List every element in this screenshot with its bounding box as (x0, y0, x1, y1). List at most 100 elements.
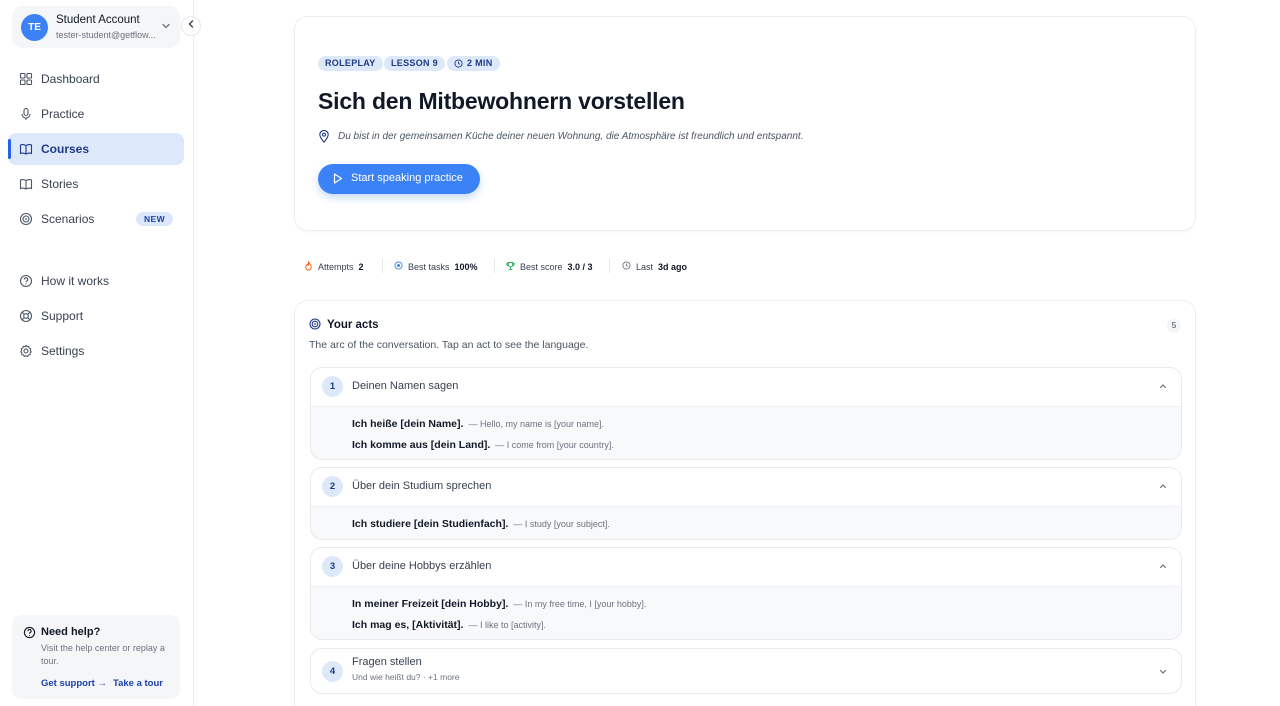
chevron-up-icon (1159, 564, 1167, 569)
act-header[interactable]: 1 Deinen Namen sagen (311, 368, 1181, 406)
gear-icon (20, 344, 32, 357)
act-body: Ich heiße [dein Name]. — Hello, my name i… (311, 406, 1181, 459)
act-item-2: 2 Über dein Studium sprechen Ich studier… (310, 467, 1182, 540)
open-book-icon (19, 179, 33, 190)
nav-label: Courses (41, 142, 90, 156)
divider (382, 259, 383, 273)
nav-item-scenarios[interactable]: Scenarios NEW (8, 203, 184, 235)
act-body: Ich studiere [dein Studienfach]. — I stud… (311, 506, 1181, 539)
phrase-german: In meiner Freizeit [dein Hobby]. (352, 598, 509, 610)
chevron-down-icon (162, 23, 170, 29)
nav-label: Scenarios (41, 212, 95, 226)
new-badge: NEW (135, 212, 173, 226)
phrase-english: — I like to [activity]. (468, 620, 546, 630)
act-title: Über deine Hobbys erzählen (352, 560, 492, 572)
account-switcher[interactable]: TE Student Account tester-student@getflo… (12, 6, 180, 48)
flame-icon (305, 261, 312, 271)
act-number: 2 (322, 476, 343, 497)
acts-subtitle: The arc of the conversation. Tap an act … (309, 339, 589, 351)
nav-label: Settings (41, 344, 85, 358)
acts-count-badge: 5 (1167, 319, 1181, 333)
start-speaking-practice-button[interactable]: Start speaking practice (318, 164, 480, 194)
act-preview: Und wie heißt du? · +1 more (352, 672, 460, 682)
lesson-hero-card: ROLEPLAY LESSON 9 2 MIN Sich den Mitbewo… (294, 16, 1196, 231)
chevron-up-icon (1159, 384, 1167, 389)
arrow-right-icon: → (97, 678, 107, 689)
act-number: 3 (322, 556, 343, 577)
nav-item-settings[interactable]: Settings (8, 335, 184, 367)
trophy-icon (506, 261, 515, 271)
help-circle-icon (23, 626, 36, 639)
divider (609, 259, 610, 273)
help-title: Need help? (41, 626, 101, 638)
phrase-german: Ich komme aus [dein Land]. (352, 439, 491, 451)
microphone-icon (21, 107, 31, 120)
scenario-description: Du bist in der gemeinsamen Küche deiner … (338, 131, 804, 142)
stat-label: Last (636, 262, 654, 272)
act-title: Über dein Studium sprechen (352, 480, 492, 492)
start-button-label: Start speaking practice (351, 172, 463, 184)
act-title: Fragen stellen (352, 656, 422, 668)
nav-item-how-it-works[interactable]: How it works (8, 265, 184, 297)
chevron-up-icon (1159, 484, 1167, 489)
act-item-3: 3 Über deine Hobbys erzählen In meiner F… (310, 547, 1182, 640)
phrase-line: Ich studiere [dein Studienfach]. — I stud… (352, 518, 610, 530)
phrase-line: In meiner Freizeit [dein Hobby]. — In my … (352, 598, 646, 610)
chip-lesson: LESSON 9 (384, 56, 445, 71)
lifebuoy-icon (19, 309, 33, 323)
acts-card: Your acts The arc of the conversation. T… (294, 300, 1196, 706)
nav-item-dashboard[interactable]: Dashboard (8, 63, 184, 95)
stat-value: 2 (358, 262, 364, 272)
act-title: Deinen Namen sagen (352, 380, 459, 392)
target-icon (309, 318, 321, 330)
help-text: Visit the help center or replay a tour. (41, 643, 165, 666)
chip-duration-label: 2 MIN (467, 58, 493, 68)
nav-label: How it works (41, 274, 110, 288)
act-item-1: 1 Deinen Namen sagen Ich heiße [dein Nam… (310, 367, 1182, 460)
chevron-left-icon (188, 20, 194, 28)
phrase-line: Ich heiße [dein Name]. — Hello, my name i… (352, 418, 604, 430)
act-item-4[interactable]: 4 Fragen stellen Und wie heißt du? · +1 … (310, 648, 1182, 694)
stat-value: 3.0 / 3 (567, 262, 593, 272)
act-header[interactable]: 2 Über dein Studium sprechen (311, 468, 1181, 506)
phrase-german: Ich heiße [dein Name]. (352, 418, 464, 430)
nav-item-support[interactable]: Support (8, 300, 184, 332)
map-pin-icon (319, 130, 329, 143)
stat-value: 3d ago (658, 262, 688, 272)
acts-title: Your acts (327, 319, 379, 331)
phrase-english: — Hello, my name is [your name]. (468, 419, 604, 429)
take-tour-link[interactable]: Take a tour (113, 678, 163, 689)
nav-label: Support (41, 309, 84, 323)
get-support-label: Get support (41, 678, 95, 689)
nav-label: Stories (41, 177, 79, 191)
collapse-sidebar-button[interactable] (181, 16, 201, 36)
account-name: Student Account (56, 14, 140, 26)
act-number: 4 (322, 661, 343, 682)
phrase-line: Ich komme aus [dein Land]. — I come from … (352, 439, 614, 451)
get-support-link[interactable]: Get support → (41, 678, 107, 689)
help-card: Need help? Visit the help center or repl… (12, 615, 180, 699)
nav-label: Practice (41, 107, 85, 121)
act-body: In meiner Freizeit [dein Hobby]. — In my … (311, 586, 1181, 639)
stat-label: Best tasks (408, 262, 450, 272)
dashboard-icon (19, 72, 33, 86)
page-title: Sich den Mitbewohnern vorstellen (318, 88, 685, 114)
stat-label: Best score (520, 262, 563, 272)
nav-item-courses[interactable]: Courses (8, 133, 184, 165)
chip-duration: 2 MIN (447, 56, 500, 71)
book-icon (19, 144, 33, 155)
help-circle-icon (19, 274, 33, 288)
chip-type: ROLEPLAY (318, 56, 383, 71)
phrase-german: Ich studiere [dein Studienfach]. (352, 518, 509, 530)
nav-item-stories[interactable]: Stories (8, 168, 184, 200)
divider (494, 259, 495, 273)
nav-item-practice[interactable]: Practice (8, 98, 184, 130)
stat-label: Attempts (318, 262, 354, 272)
act-header[interactable]: 3 Über deine Hobbys erzählen (311, 548, 1181, 586)
phrase-english: — I study [your subject]. (513, 519, 610, 529)
clock-icon (454, 59, 463, 68)
phrase-english: — In my free time, I [your hobby]. (513, 599, 647, 609)
target-icon (394, 261, 403, 270)
phrase-line: Ich mag es, [Aktivität]. — I like to [act… (352, 619, 546, 631)
act-number: 1 (322, 376, 343, 397)
